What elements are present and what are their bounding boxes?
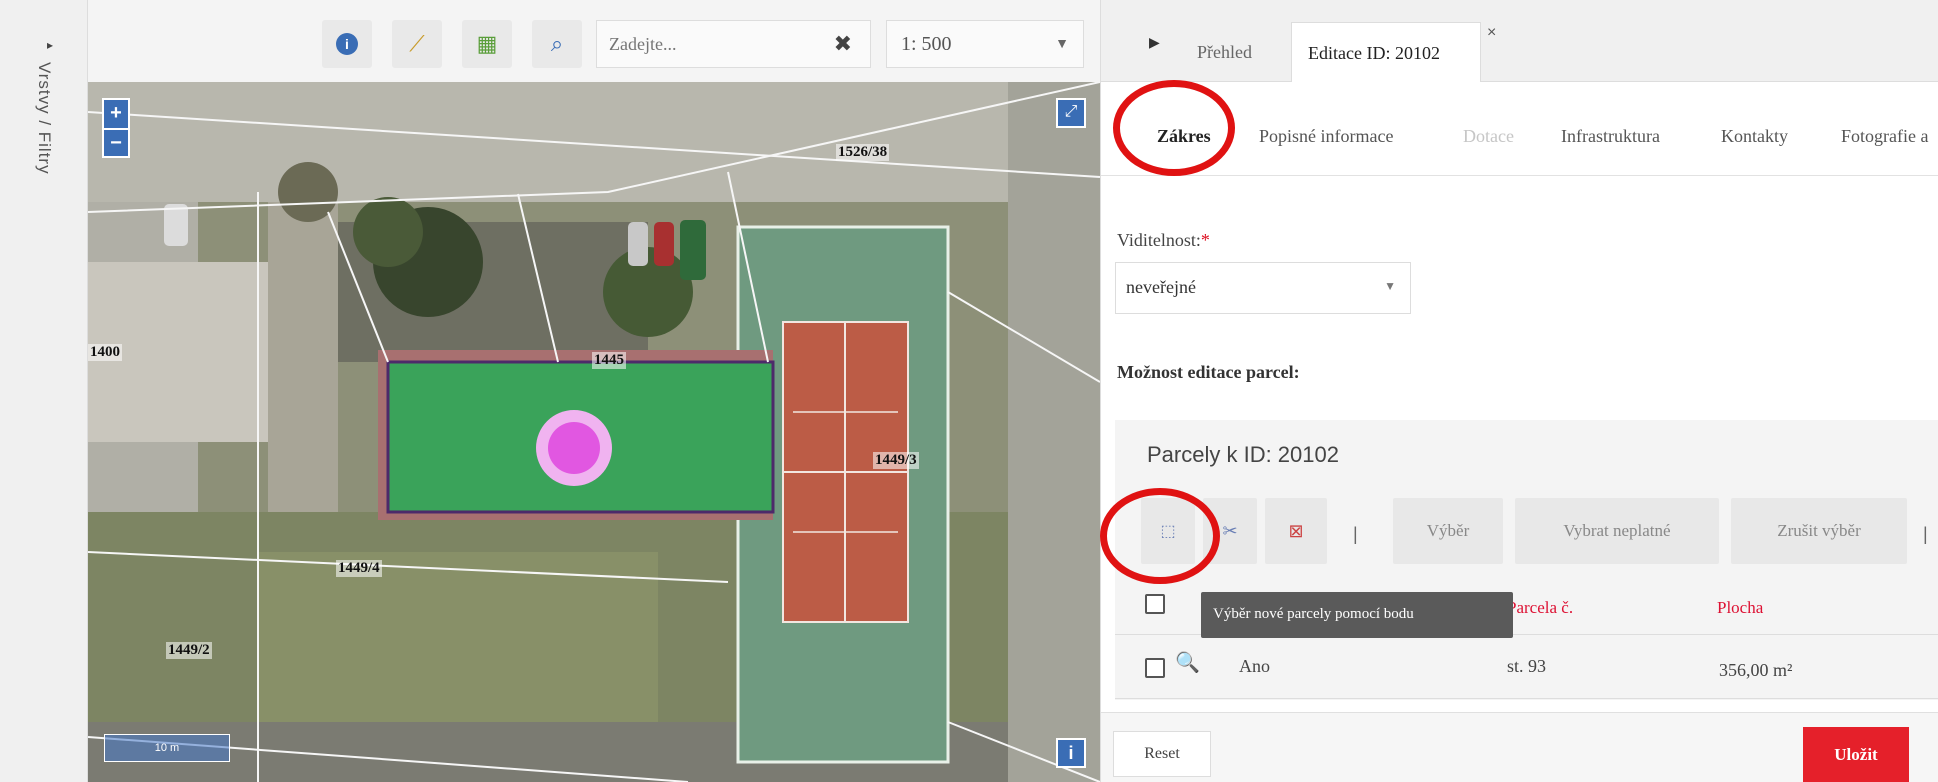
row-value: Ano [1239, 656, 1270, 676]
info-tool-button[interactable]: i [322, 20, 372, 68]
zoom-in-button[interactable]: + [104, 100, 128, 128]
map-canvas[interactable]: 1526/38 1445 1449/3 1449/4 1449/2 1400 +… [88, 82, 1100, 782]
toolbar-divider: | [1353, 524, 1358, 544]
row-divider [1115, 698, 1938, 699]
aerial-map [88, 82, 1100, 782]
parcel-number: st. 93 [1507, 656, 1547, 676]
parcels-section: Parcely k ID: 20102 ⬚ ✂ ⊠ | Výběr Vybrat… [1115, 420, 1938, 700]
subtab-subsidy[interactable]: Dotace [1463, 126, 1514, 147]
panel-tabs: ▶ Přehled Editace ID: 20102 × [1101, 0, 1938, 82]
zoom-out-button[interactable]: − [104, 130, 128, 158]
row-checkbox[interactable] [1145, 658, 1165, 678]
parcel-label: 1449/3 [873, 452, 919, 469]
zoom-to-parcel-icon[interactable]: 🔍 [1175, 650, 1200, 675]
chevron-down-icon: ▼ [1384, 279, 1396, 293]
point-select-icon: ⬚ [1160, 523, 1176, 540]
column-header-area[interactable]: Plocha [1717, 598, 1763, 618]
detail-panel: ▶ Přehled Editace ID: 20102 × Zákres Pop… [1100, 0, 1938, 782]
parcels-title: Parcely k ID: 20102 [1147, 442, 1339, 467]
panel-footer: Reset Uložit [1101, 712, 1938, 782]
subtab-description[interactable]: Popisné informace [1259, 126, 1393, 147]
parcel-label: 1526/38 [836, 144, 890, 161]
tab-overview[interactable]: Přehled [1197, 22, 1252, 82]
visibility-value: neveřejné [1126, 277, 1196, 297]
subtabs: Zákres Popisné informace Dotace Infrastr… [1101, 96, 1938, 176]
layers-filters-label: Vrstvy / Filtry [35, 62, 54, 175]
visibility-select[interactable]: neveřejné ▼ [1115, 262, 1411, 314]
ruler-icon: ⟋ [409, 31, 425, 56]
measure-tool-button[interactable]: ⟋ [392, 20, 442, 68]
map-toolbar: i ⟋ ▦ ⌕ ✖ 1: 500 ▼ [88, 0, 1100, 82]
info-icon: i [1068, 743, 1074, 763]
parcel-area: 356,00 m² [1719, 660, 1793, 680]
column-header-parcel[interactable]: Parcela č. [1507, 598, 1573, 618]
subtab-contacts[interactable]: Kontakty [1721, 126, 1788, 147]
save-button[interactable]: Uložit [1803, 727, 1909, 782]
search-tool-button[interactable]: ⌕ [532, 20, 582, 68]
map-info-button[interactable]: i [1056, 738, 1086, 768]
required-marker: * [1200, 230, 1210, 250]
address-search[interactable]: ✖ [596, 20, 871, 68]
map-icon: ▦ [476, 31, 498, 56]
scale-select[interactable]: 1: 500 ▼ [886, 20, 1084, 68]
parcel-label: 1400 [88, 344, 122, 361]
tooltip: Výběr nové parcely pomocí bodu [1201, 592, 1513, 638]
collapse-panel-icon[interactable]: ▶ [1149, 34, 1160, 51]
search-input[interactable] [609, 31, 809, 57]
visibility-label-text: Viditelnost: [1117, 230, 1201, 250]
scale-value: 1: 500 [901, 33, 952, 55]
select-by-polygon-button[interactable]: ✂ [1203, 498, 1257, 564]
reset-button[interactable]: Reset [1113, 731, 1211, 777]
fullscreen-button[interactable]: ⤢ [1056, 98, 1086, 128]
select-invalid-button[interactable]: Vybrat neplatné [1515, 498, 1719, 564]
toolbar-divider: | [1923, 524, 1928, 544]
parcel-edit-label: Možnost editace parcel: [1117, 362, 1300, 382]
parcel-label: 1445 [592, 352, 626, 369]
parcel-label: 1449/4 [336, 560, 382, 577]
subtab-drawing[interactable]: Zákres [1157, 126, 1211, 147]
expand-icon: ⤢ [1064, 103, 1078, 120]
zoom-control: + − [102, 98, 130, 158]
remove-parcel-icon: ⊠ [1288, 520, 1304, 541]
map-layer-tool-button[interactable]: ▦ [462, 20, 512, 68]
select-by-point-button[interactable]: ⬚ [1141, 498, 1195, 564]
remove-parcel-button[interactable]: ⊠ [1265, 498, 1327, 564]
magnifier-icon: ⌕ [550, 31, 564, 56]
layers-panel-toggle[interactable]: ▸ Vrstvy / Filtry [0, 0, 88, 782]
select-all-checkbox[interactable] [1145, 594, 1165, 614]
tab-edit[interactable]: Editace ID: 20102 [1291, 22, 1481, 82]
clear-icon[interactable]: ✖ [834, 31, 852, 57]
info-icon: i [336, 33, 358, 55]
subtab-infrastructure[interactable]: Infrastruktura [1561, 126, 1660, 147]
close-tab-icon[interactable]: × [1487, 24, 1496, 42]
expand-caret-icon[interactable]: ▸ [47, 38, 53, 52]
parcel-label: 1449/2 [166, 642, 212, 659]
cancel-selection-button[interactable]: Zrušit výběr [1731, 498, 1907, 564]
scale-bar: 10 m [104, 734, 230, 762]
visibility-label: Viditelnost:* [1117, 230, 1210, 251]
subtab-photos[interactable]: Fotografie a [1841, 126, 1928, 147]
polygon-select-icon: ✂ [1222, 520, 1238, 541]
chevron-down-icon: ▼ [1055, 35, 1069, 51]
select-button[interactable]: Výběr [1393, 498, 1503, 564]
